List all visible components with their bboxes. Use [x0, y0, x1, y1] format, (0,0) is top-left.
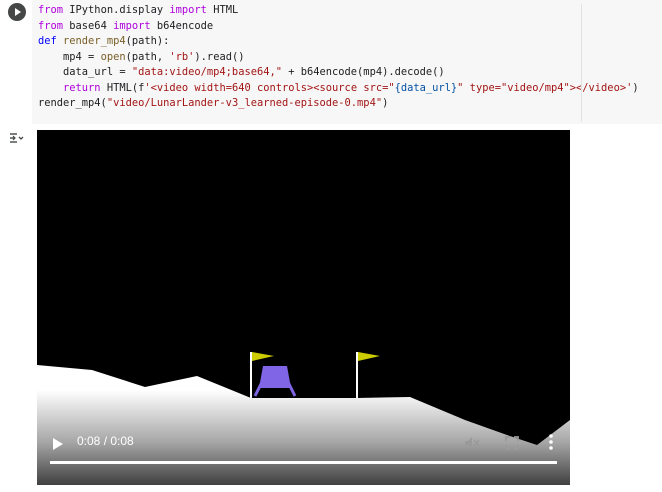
progress-fill — [50, 461, 557, 464]
code-line: from IPython.display import HTML — [38, 4, 238, 16]
code-token: + b64encode(mp4).decode() — [281, 66, 445, 78]
time-display: 0:08 / 0:08 — [77, 434, 134, 448]
code-token: {data_url} — [394, 81, 458, 94]
code-token: b64encode — [150, 19, 214, 32]
code-text[interactable]: from IPython.display import HTML from ba… — [38, 3, 639, 112]
more-vert-icon — [549, 434, 553, 450]
code-line: render_mp4("video/LunarLander-v3_learned… — [38, 97, 388, 109]
fullscreen-icon — [505, 436, 519, 450]
code-token: (path): — [125, 35, 170, 47]
volume-muted-icon — [465, 437, 480, 449]
code-line: mp4 = open(path, 'rb').read() — [38, 51, 244, 63]
fullscreen-button[interactable] — [505, 435, 519, 450]
code-cell: from IPython.display import HTML from ba… — [0, 0, 662, 128]
volume-button[interactable] — [464, 435, 480, 451]
play-icon — [53, 438, 63, 450]
code-token: from — [38, 19, 64, 32]
code-token: "data:video/mp4;base64," — [131, 66, 282, 78]
code-token: "video/LunarLander-v3_learned-episode-0.… — [106, 97, 383, 109]
video-controls: 0:08 / 0:08 — [37, 425, 570, 485]
code-token: (path, — [125, 50, 170, 63]
code-token: from — [38, 4, 64, 16]
run-cell-button[interactable] — [8, 3, 26, 21]
code-token: mp4 = — [38, 50, 101, 63]
code-token: '<video width=640 controls><source src=" — [144, 81, 395, 94]
video-player[interactable]: 0:08 / 0:08 — [37, 130, 570, 485]
code-token: HTML — [206, 4, 239, 16]
more-options-button[interactable] — [543, 433, 559, 451]
code-token: data_url = — [38, 66, 132, 78]
code-line: data_url = "data:video/mp4;base64," + b6… — [38, 66, 445, 78]
progress-bar[interactable] — [50, 461, 557, 464]
code-token: ) — [382, 97, 389, 109]
code-token: ).read() — [194, 50, 245, 63]
code-token: ) — [632, 81, 639, 94]
code-line: def render_mp4(path): — [38, 35, 169, 47]
code-token: " type="video/mp4"></video>' — [457, 81, 633, 94]
code-token: import — [169, 4, 207, 16]
output-toggle-icon — [10, 133, 24, 143]
code-token: 'rb' — [169, 50, 195, 63]
code-line: return HTML(f'<video width=640 controls>… — [38, 82, 639, 94]
code-token: return — [63, 81, 101, 94]
code-token: render_mp4( — [38, 97, 107, 109]
code-token: IPython.display — [63, 4, 170, 16]
code-token: def — [38, 35, 57, 47]
code-line: from base64 import b64encode — [38, 20, 213, 32]
code-token: HTML(f — [100, 81, 145, 94]
code-token: open — [100, 50, 126, 63]
code-editor[interactable]: from IPython.display import HTML from ba… — [32, 0, 662, 124]
output-toggle-button[interactable] — [6, 128, 26, 148]
play-button[interactable] — [51, 436, 65, 450]
editor-ruler — [581, 4, 582, 122]
code-token: import — [113, 19, 151, 32]
code-token: base64 — [63, 19, 114, 32]
play-circle-icon — [15, 8, 21, 16]
code-token: render_mp4 — [56, 35, 126, 47]
